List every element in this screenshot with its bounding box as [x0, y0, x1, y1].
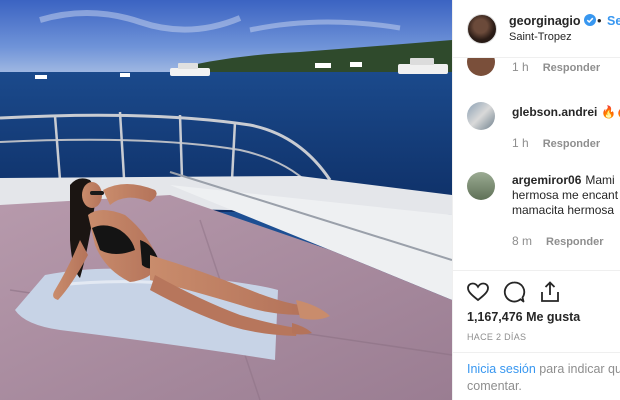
comment-time: 8 m	[512, 234, 533, 248]
comment-text: 🔥🔥	[601, 105, 620, 119]
comment-time: 1 h	[512, 60, 529, 74]
author-username[interactable]: georginagio	[509, 14, 581, 28]
comments-list[interactable]: 1 h Responder glebson.andrei 🔥🔥 1 h Respond…	[453, 58, 620, 268]
post-location[interactable]: Saint-Tropez	[509, 31, 572, 43]
post-header: georginagio • Se Saint-Tropez	[453, 0, 620, 58]
heart-icon[interactable]	[465, 279, 491, 305]
comment-text-line: hermosa me encant	[512, 188, 619, 202]
post-time: HACE 2 DÍAS	[467, 332, 527, 342]
reply-button[interactable]: Responder	[543, 62, 600, 74]
verified-badge-icon	[584, 14, 596, 26]
comment-time: 1 h	[512, 136, 529, 150]
post-actions	[453, 270, 620, 310]
comment-bubble-icon[interactable]	[501, 279, 527, 305]
post-photo[interactable]	[0, 0, 452, 400]
login-prompt: Inicia sesión para indicar qu comentar.	[453, 352, 620, 400]
login-prompt-text: para indicar qu	[535, 362, 620, 376]
comment-meta: 1 h Responder	[512, 136, 600, 150]
comment-meta: 8 m Responder	[512, 234, 603, 248]
reply-button[interactable]: Responder	[546, 236, 603, 248]
separator-dot: •	[597, 13, 602, 28]
post-side-panel: georginagio • Se Saint-Tropez 1 h Respond…	[452, 0, 620, 400]
commenter-avatar[interactable]	[467, 172, 495, 200]
login-link[interactable]: Inicia sesión	[467, 362, 536, 376]
comment-text-line: mamacita hermosa	[512, 203, 615, 217]
comment-text: Mami	[585, 173, 615, 187]
comment-username[interactable]: glebson.andrei	[512, 105, 597, 119]
commenter-avatar[interactable]	[467, 102, 495, 130]
author-avatar[interactable]	[467, 14, 497, 44]
comment-meta: 1 h Responder	[512, 60, 600, 74]
like-count[interactable]: 1,167,476 Me gusta	[467, 310, 580, 324]
login-prompt-line: Inicia sesión para indicar qu	[467, 362, 620, 376]
share-icon[interactable]	[537, 279, 563, 305]
reply-button[interactable]: Responder	[543, 138, 600, 150]
commenter-avatar[interactable]	[467, 58, 495, 76]
comment-username[interactable]: argemiror06	[512, 173, 581, 187]
follow-button[interactable]: Se	[607, 14, 620, 28]
login-prompt-line-2: comentar.	[467, 379, 522, 393]
comment-body: argemiror06 Mami hermosa me encant mamaci…	[512, 173, 620, 218]
yacht-photo-illustration	[0, 0, 452, 400]
comment-body: glebson.andrei 🔥🔥	[512, 105, 620, 120]
